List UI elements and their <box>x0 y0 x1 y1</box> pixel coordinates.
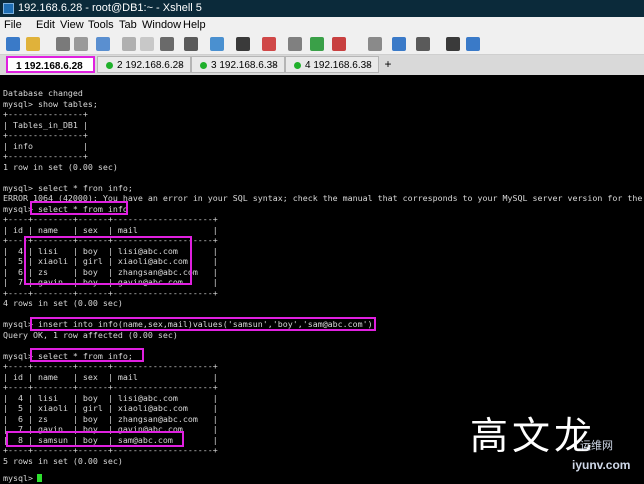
font-icon[interactable] <box>236 37 250 51</box>
window-title: 192.168.6.28 - root@DB1:~ - Xshell 5 <box>18 2 202 14</box>
open-folder-icon[interactable] <box>26 37 40 51</box>
disconnect-icon[interactable] <box>74 37 88 51</box>
print-icon[interactable] <box>184 37 198 51</box>
terminal-line: Database changed <box>3 88 83 98</box>
terminal-line: 1 row in set (0.00 sec) <box>3 161 118 172</box>
terminal-line: | 5 | xiaoli | girl | xiaoli@abc.com | <box>3 403 218 413</box>
session-tab-label: 3 192.168.6.38 <box>211 60 278 71</box>
highlight-box <box>30 348 144 362</box>
color-icon[interactable] <box>262 37 276 51</box>
close-tab-icon[interactable]: × <box>178 57 184 74</box>
reconnect-icon[interactable] <box>96 37 110 51</box>
session-tab-1[interactable]: 1 192.168.6.28 <box>6 56 95 73</box>
terminal-line: +----+--------+------+------------------… <box>3 361 218 371</box>
terminal-line: | id | name | sex | mail | <box>3 224 218 235</box>
terminal-line: +---------------+ <box>3 151 88 161</box>
highlight-box <box>24 236 192 285</box>
menu-tools[interactable]: Tools <box>88 17 114 33</box>
session-tab-2[interactable]: 2 192.168.6.28 × <box>97 56 191 73</box>
session-tab-label: 2 192.168.6.28 <box>117 60 184 71</box>
find-icon[interactable] <box>160 37 174 51</box>
compose-icon[interactable] <box>392 37 406 51</box>
menu-edit[interactable]: Edit <box>36 17 55 33</box>
session-tab-label: 1 192.168.6.28 <box>16 61 83 72</box>
menu-help[interactable]: Help <box>183 17 206 33</box>
terminal-line: 4 rows in set (0.00 sec) <box>3 298 123 308</box>
menu-file[interactable]: File <box>4 17 22 33</box>
session-tab-bar: 1 192.168.6.28 2 192.168.6.28 × 3 192.16… <box>0 55 644 75</box>
terminal-line: +----+--------+------+------------------… <box>3 382 218 392</box>
highlight-box <box>30 201 128 215</box>
session-tab-label: 4 192.168.6.38 <box>305 60 372 71</box>
highlight-box <box>6 431 184 447</box>
connected-status-icon <box>200 62 207 69</box>
terminal-line: mysql> show tables; <box>3 98 98 109</box>
terminal-line: Query OK, 1 row affected (0.00 sec) <box>3 329 178 340</box>
terminal-line: +---------------+ <box>3 109 88 119</box>
terminal-line: | info | <box>3 140 88 151</box>
copy-icon[interactable] <box>122 37 136 51</box>
terminal-line: | id | name | sex | mail | <box>3 371 218 382</box>
terminal-line: | Tables_in_DB1 | <box>3 119 88 130</box>
terminal-line: +----+--------+------+------------------… <box>3 214 218 224</box>
menu-tab[interactable]: Tab <box>119 17 137 33</box>
terminal-line: +---------------+ <box>3 130 88 140</box>
menu-view[interactable]: View <box>60 17 84 33</box>
add-icon[interactable] <box>416 37 430 51</box>
session-tab-4[interactable]: 4 192.168.6.38 × <box>285 56 379 73</box>
highlight-box <box>30 317 376 331</box>
terminal-line: +----+--------+------+------------------… <box>3 287 218 298</box>
fullscreen-icon[interactable] <box>288 37 302 51</box>
xshell-app-icon <box>3 3 14 14</box>
new-session-icon[interactable] <box>6 37 20 51</box>
toolbar <box>0 33 644 55</box>
connect-icon[interactable] <box>56 37 70 51</box>
info-icon[interactable] <box>466 37 480 51</box>
terminal-line: | 4 | lisi | boy | lisi@abc.com | <box>3 392 218 403</box>
transfer-icon[interactable] <box>332 37 346 51</box>
terminal-line: | 6 | zs | boy | zhangsan@abc.com | <box>3 413 218 424</box>
menu-bar: File Edit View Tools Tab Window Help <box>0 17 644 33</box>
connected-status-icon <box>106 62 113 69</box>
paste-icon[interactable] <box>140 37 154 51</box>
close-tab-icon[interactable]: × <box>366 57 372 74</box>
add-tab-button[interactable]: + <box>381 57 395 72</box>
watermark-site-cn: 运维网 <box>580 440 613 452</box>
watermark-site: iyunv.com <box>572 458 631 472</box>
title-bar: 192.168.6.28 - root@DB1:~ - Xshell 5 <box>0 0 644 17</box>
terminal-line: 5 rows in set (0.00 sec) <box>3 455 123 466</box>
menu-window[interactable]: Window <box>142 17 181 33</box>
watermark-author: 高文龙 <box>470 414 597 458</box>
properties-icon[interactable] <box>210 37 224 51</box>
terminal-line: mysql> <box>3 473 38 483</box>
keyboard-icon[interactable] <box>368 37 382 51</box>
session-tab-3[interactable]: 3 192.168.6.38 × <box>191 56 285 73</box>
terminal-line: mysql> select * fron info; <box>3 182 133 193</box>
close-tab-icon[interactable]: × <box>272 57 278 74</box>
help-icon[interactable] <box>446 37 460 51</box>
lock-icon[interactable] <box>310 37 324 51</box>
connected-status-icon <box>294 62 301 69</box>
